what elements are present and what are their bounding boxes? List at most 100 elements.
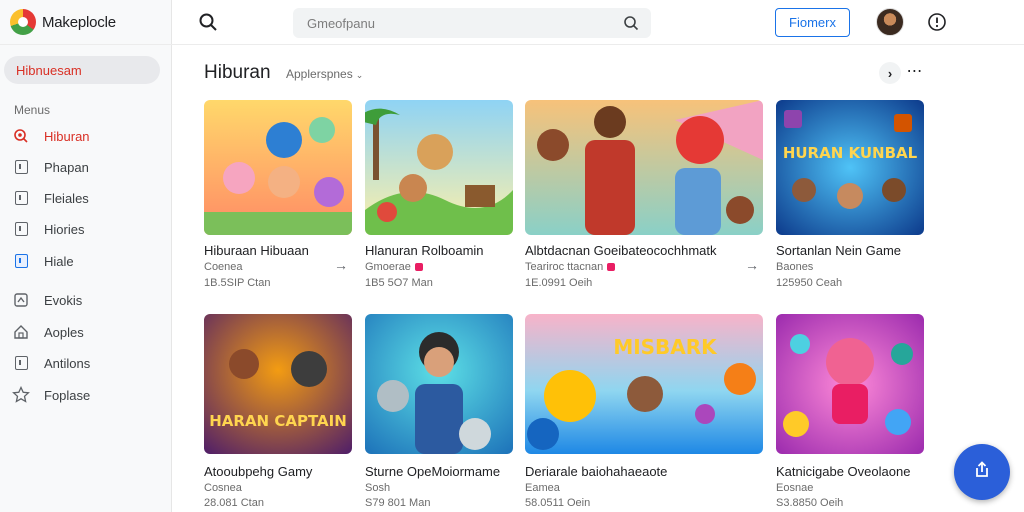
card-thumbnail[interactable] [204,100,352,235]
sidebar-item-label: Fleiales [44,190,89,206]
sidebar-item-label: Aoples [44,324,84,340]
card-meta: 125950 Ceah [776,277,843,289]
card-category: Eosnae [776,482,813,494]
sidebar-item-aoples[interactable]: Aoples [12,320,84,344]
app-card[interactable]: Albtdacnan Goeibateocochhmatk Teariroc t… [525,100,765,300]
app-card[interactable]: Hlanuran Rolboamin Gmoerae 1B5 5O7 Man [365,100,515,300]
card-thumbnail[interactable] [365,100,513,235]
card-category-text: Sosh [365,482,391,494]
sidebar-item-label: Evokis [44,292,83,308]
gamepad-icon [12,291,30,309]
badge-icon [607,263,616,271]
search-bar[interactable] [293,8,651,38]
sidebar-section-label: Menus [14,103,51,117]
sidebar-item-label: Hiories [44,221,85,237]
card-category-text: Teariroc ttacnan [525,261,604,273]
app-logo-icon [10,9,36,35]
card-title: Hlanuran Rolboamin [365,243,484,258]
sidebar-item-evokis[interactable]: Evokis [12,288,82,312]
card-category: Sosh [365,482,390,494]
card-title: Hiburaan Hibuaan [204,243,309,258]
avatar[interactable] [876,8,904,36]
app-card[interactable]: Sturne OpeMoiormame Sosh S79 801 Man [365,314,515,512]
sidebar-item-phapan[interactable]: Phapan [12,155,89,179]
sidebar-item-label: Foplase [44,387,91,403]
card-title: Sortanlan Nein Game [776,243,902,258]
thumb-logo-text: MISBARK [613,335,718,359]
star-icon [12,386,30,404]
card-thumbnail[interactable] [525,100,763,235]
card-meta: 58.0511 Oein [525,497,591,509]
sidebar-active-chip[interactable]: Hibnuesam [4,56,160,84]
card-category-text: Gmoerae [365,261,411,273]
app-card[interactable]: HARAN CAPTAIN Atooubpehg Gamy Cosnea 28.… [204,314,354,512]
header-action-button[interactable]: Fiomerx [775,8,850,37]
card-title: Sturne OpeMoiormame [365,464,501,479]
page-subtitle-dropdown[interactable]: Applerspnes ⌄ [286,67,363,81]
sidebar-item-hiale[interactable]: Hiale [12,249,74,273]
more-options-icon[interactable]: ⋯ [905,60,925,82]
floating-action-button[interactable] [954,444,1010,500]
bookmark-icon [12,252,30,270]
app-card[interactable]: HURAN KUNBAL Sortanlan Nein Game Baones … [776,100,926,300]
top-bar: Fiomerx [172,0,1024,45]
card-meta: 1B5 5O7 Man [365,277,433,289]
card-thumbnail[interactable]: HURAN KUNBAL [776,100,924,235]
card-thumbnail[interactable] [776,314,924,454]
news-icon [12,354,30,372]
share-icon [972,460,992,485]
home-icon [12,323,30,341]
badge-icon [414,263,423,271]
search-icon[interactable] [623,15,639,31]
apps-icon [12,158,30,176]
card-meta: 28.081 Ctan [204,497,264,509]
sidebar-item-hiories[interactable]: Hiories [12,217,84,241]
next-arrow-button[interactable]: › [879,62,901,84]
card-category-text: Eamea [525,482,560,494]
card-title: Deriarale baiohahaeaote [525,464,668,479]
card-category: Teariroc ttacnan [525,261,616,273]
page-title: Hiburan [204,62,271,83]
sidebar-item-hiburan[interactable]: Hiburan [12,124,90,148]
card-category: Cosnea [204,482,242,494]
chevron-down-icon: ⌄ [355,70,364,80]
sidebar-item-label: Hiburan [44,128,90,144]
sidebar-item-antilons[interactable]: Antilons [12,351,90,375]
card-category-text: Cosnea [204,482,242,494]
card-meta: 1B.5SIP Ctan [204,277,271,289]
brand[interactable]: Makeplocle [10,8,116,36]
card-category-text: Coenea [204,261,243,273]
app-card[interactable]: MISBARK Deriarale baiohahaeaote Eamea 58… [525,314,765,512]
card-meta: S3.8850 Oeih [776,497,844,509]
card-meta: 1E.0991 Oeih [525,277,593,289]
info-icon[interactable] [927,12,947,32]
app-card[interactable]: Katnicigabe Oveolaone Eosnae S3.8850 Oei… [776,314,926,512]
library-icon [12,220,30,238]
app-name: Makeplocle [42,13,116,31]
search-input[interactable] [307,15,607,31]
files-icon [12,189,30,207]
card-category: Baones [776,261,813,273]
card-thumbnail[interactable] [365,314,513,454]
card-category: Gmoerae [365,261,423,273]
discover-icon [12,127,30,145]
app-card[interactable]: Hiburaan Hibuaan Coenea 1B.5SIP Ctan → [204,100,354,300]
thumb-logo-text: HARAN CAPTAIN [209,412,347,430]
card-thumbnail[interactable]: HARAN CAPTAIN [204,314,352,454]
card-category-text: Eosnae [776,482,814,494]
sidebar-item-fleiales[interactable]: Fleiales [12,186,89,210]
sidebar-item-label: Phapan [44,159,89,175]
arrow-right-icon[interactable]: → [745,257,759,273]
divider [0,44,172,45]
card-title: Katnicigabe Oveolaone [776,464,911,479]
sidebar-item-label: Antilons [44,355,91,371]
card-category: Coenea [204,261,243,273]
card-meta: S79 801 Man [365,497,431,509]
card-thumbnail[interactable]: MISBARK [525,314,763,454]
page-subtitle: Applerspnes [286,67,353,81]
sidebar-item-label: Hiale [44,253,74,269]
search-icon[interactable] [198,12,218,32]
arrow-right-icon[interactable]: → [334,257,348,273]
main-content: Hiburan Applerspnes ⌄ › ⋯ Hiburaan Hibuaa… [172,46,1024,512]
sidebar-item-foplase[interactable]: Foplase [12,383,90,407]
